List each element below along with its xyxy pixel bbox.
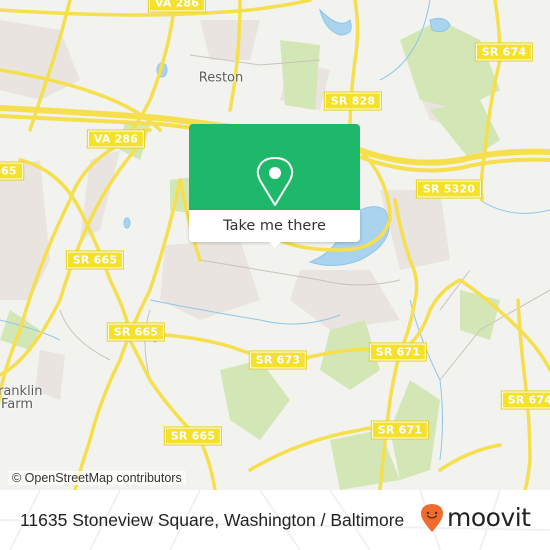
road-shield-sr-671: SR 671	[371, 421, 429, 439]
road-shield-sr-828: SR 828	[324, 92, 382, 110]
road-shield-va-286: VA 286	[148, 0, 206, 12]
road-shield-sr-674: SR 674	[475, 43, 533, 61]
map-pin-icon	[256, 157, 294, 206]
road-shield-sr-665: SR 665	[164, 427, 222, 445]
road-shield-va-286: VA 286	[87, 130, 145, 148]
footer: 11635 Stoneview Square, Washington / Bal…	[0, 490, 550, 550]
map-attribution[interactable]: © OpenStreetMap contributors	[8, 471, 186, 485]
map[interactable]: Reston Franklin Farm VA 286 VA 286 SR 82…	[0, 0, 550, 490]
popup-pointer	[268, 241, 282, 248]
take-me-there-button[interactable]: Take me there	[189, 210, 360, 242]
place-label-franklin-farm: Franklin Farm	[0, 384, 43, 412]
brand-name: moovit	[447, 503, 531, 532]
location-popup: Take me there	[189, 124, 360, 248]
moovit-pin-icon	[421, 504, 443, 532]
moovit-logo[interactable]: moovit	[420, 503, 531, 533]
road-shield-sr-674: SR 674	[501, 391, 550, 409]
popup-header	[189, 124, 360, 210]
road-shield-sr-665: SR 665	[66, 251, 124, 269]
address-text: 11635 Stoneview Square, Washington / Bal…	[20, 510, 405, 530]
road-shield-sr-671: SR 671	[369, 343, 427, 361]
road-shield-sr-665: SR 665	[107, 323, 165, 341]
road-shield-sr-673: SR 673	[249, 351, 307, 369]
road-shield-sr-5320: SR 5320	[416, 180, 482, 198]
road-shield-sr-665: 665	[0, 162, 23, 180]
place-label-reston: Reston	[198, 70, 244, 86]
